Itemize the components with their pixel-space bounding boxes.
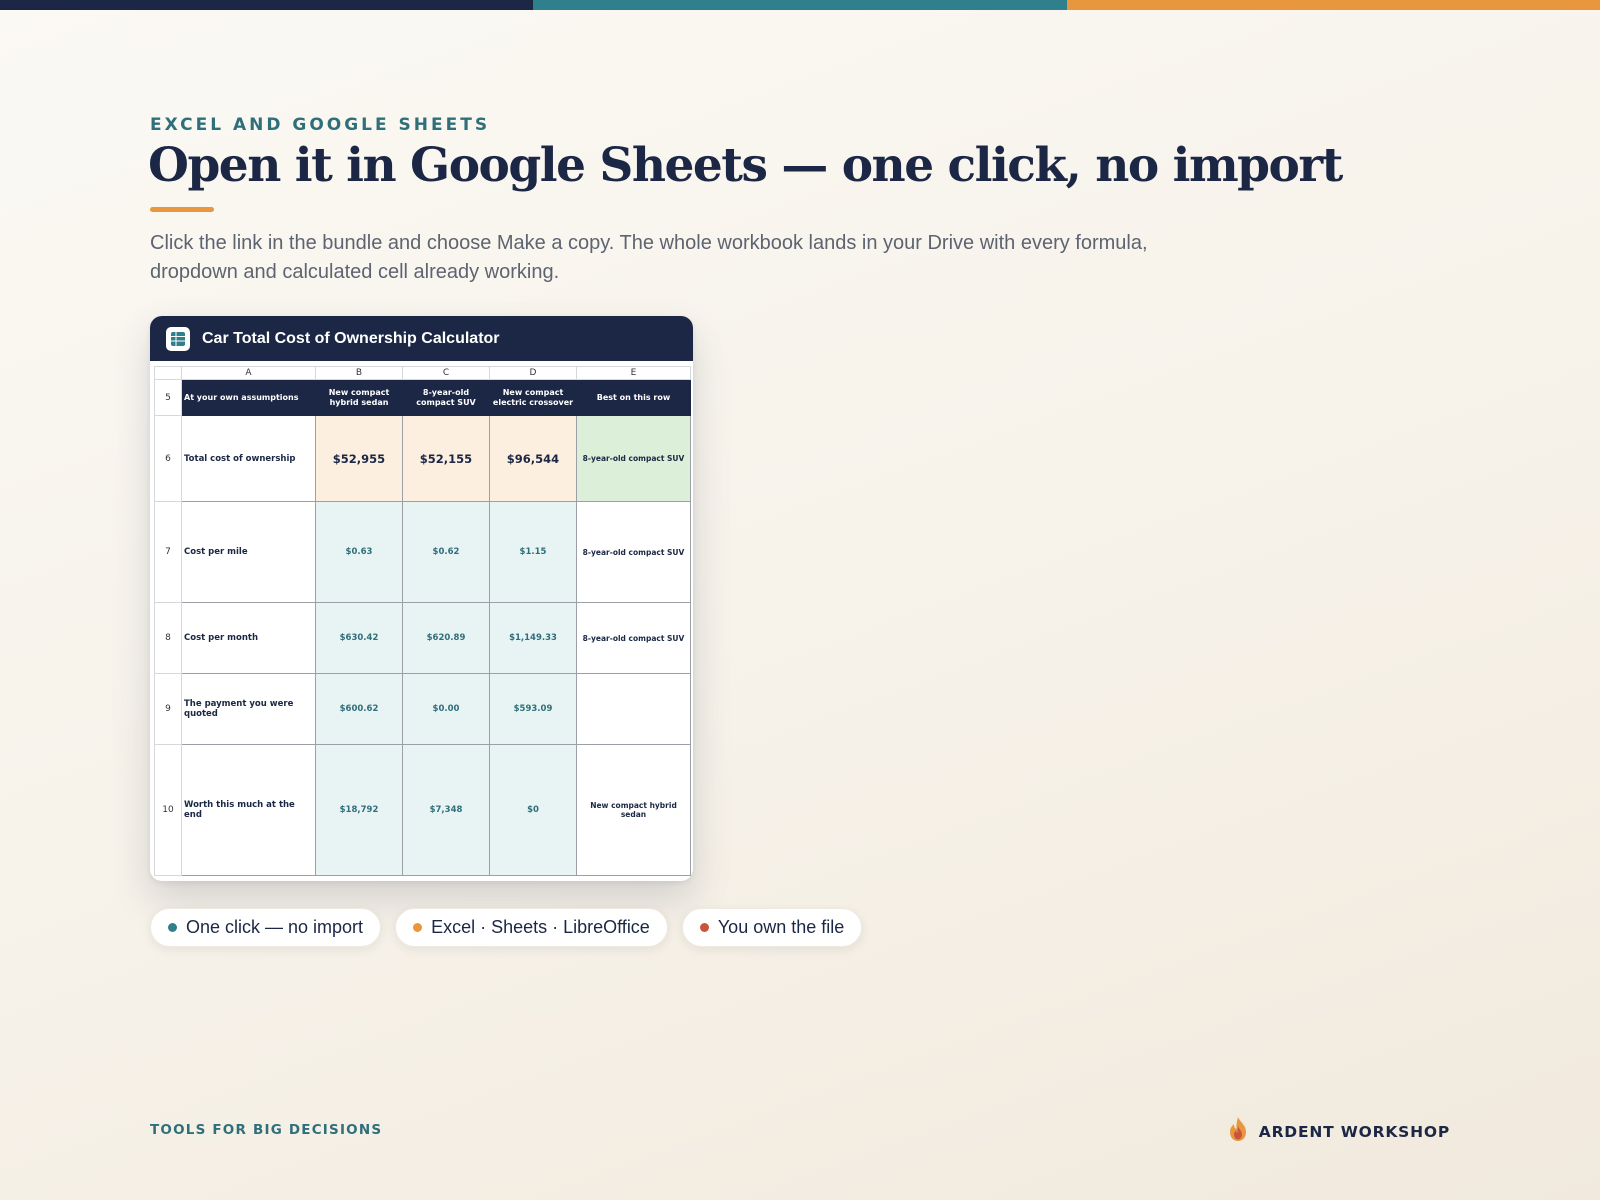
row-number[interactable]: 7 bbox=[154, 501, 182, 603]
header-cell-assumptions[interactable]: At your own assumptions bbox=[181, 379, 316, 416]
row-label[interactable]: Total cost of ownership bbox=[181, 415, 316, 502]
total-cell[interactable]: $52,955 bbox=[315, 415, 403, 502]
header-cell-compact-suv[interactable]: 8-year-old compact SUV bbox=[402, 379, 490, 416]
pill-label: One click — no import bbox=[186, 917, 364, 937]
value-cell[interactable]: $1,149.33 bbox=[489, 602, 577, 674]
column-header[interactable]: B bbox=[315, 366, 403, 380]
row-number[interactable]: 8 bbox=[154, 602, 182, 674]
dot-icon bbox=[413, 923, 423, 932]
best-cell[interactable]: 8-year-old compact SUV bbox=[576, 602, 691, 674]
row-number[interactable]: 10 bbox=[154, 744, 182, 876]
value-cell[interactable]: $0.00 bbox=[402, 673, 490, 745]
row-label[interactable]: The payment you were quoted bbox=[181, 673, 316, 745]
feature-pill: One click — no import bbox=[150, 908, 382, 947]
card-title: Car Total Cost of Ownership Calculator bbox=[202, 329, 500, 347]
column-header[interactable]: A bbox=[181, 366, 316, 380]
dot-icon bbox=[699, 923, 709, 932]
row-label[interactable]: Cost per mile bbox=[181, 501, 316, 603]
value-cell[interactable]: $0 bbox=[489, 744, 577, 876]
spreadsheet-preview-card: Car Total Cost of Ownership Calculator A… bbox=[150, 316, 693, 881]
column-header[interactable]: C bbox=[402, 366, 490, 380]
feature-pills: One click — no import Excel · Sheets · L… bbox=[150, 908, 863, 947]
column-header[interactable]: D bbox=[489, 366, 577, 380]
lede-paragraph: Click the link in the bundle and choose … bbox=[150, 232, 1148, 283]
card-header: Car Total Cost of Ownership Calculator bbox=[150, 316, 693, 361]
header-cell-best[interactable]: Best on this row bbox=[576, 379, 691, 416]
accent-segment-navy bbox=[0, 0, 534, 10]
brand-lockup: ARDENT WORKSHOP bbox=[1227, 1116, 1450, 1147]
title-underline bbox=[150, 207, 214, 212]
value-cell[interactable]: $593.09 bbox=[489, 673, 577, 745]
row-number[interactable]: 5 bbox=[154, 379, 182, 416]
best-cell[interactable]: New compact hybrid sedan bbox=[576, 744, 691, 876]
top-accent-bar bbox=[0, 0, 1600, 10]
value-cell[interactable]: $630.42 bbox=[315, 602, 403, 674]
accent-segment-teal bbox=[533, 0, 1067, 10]
total-cell[interactable]: $52,155 bbox=[402, 415, 490, 502]
feature-pill: Excel · Sheets · LibreOffice bbox=[395, 908, 668, 947]
spreadsheet-grid: A B C D E 5 At your own assumptions New … bbox=[154, 366, 691, 876]
column-header-corner bbox=[154, 366, 182, 380]
table-row: 6 Total cost of ownership $52,955 $52,15… bbox=[154, 415, 691, 502]
table-row: 8 Cost per month $630.42 $620.89 $1,149.… bbox=[154, 602, 691, 674]
dot-icon bbox=[168, 923, 177, 932]
table-row: 9 The payment you were quoted $600.62 $0… bbox=[154, 673, 691, 745]
row-number[interactable]: 6 bbox=[154, 415, 182, 502]
best-cell[interactable]: 8-year-old compact SUV bbox=[576, 415, 691, 502]
accent-segment-orange bbox=[1066, 0, 1600, 10]
value-cell[interactable]: $0.63 bbox=[315, 501, 403, 603]
row-label[interactable]: Worth this much at the end bbox=[181, 744, 316, 876]
total-cell[interactable]: $96,544 bbox=[489, 415, 577, 502]
table-row: 10 Worth this much at the end $18,792 $7… bbox=[154, 744, 691, 876]
value-cell[interactable]: $620.89 bbox=[402, 602, 490, 674]
flame-logo-icon bbox=[1227, 1116, 1249, 1147]
best-cell[interactable] bbox=[576, 673, 691, 745]
eyebrow-label: EXCEL AND GOOGLE SHEETS bbox=[150, 115, 491, 135]
brand-name: ARDENT WORKSHOP bbox=[1258, 1122, 1450, 1141]
value-cell[interactable]: $0.62 bbox=[402, 501, 490, 603]
header-cell-hybrid-sedan[interactable]: New compact hybrid sedan bbox=[315, 379, 403, 416]
value-cell[interactable]: $7,348 bbox=[402, 744, 490, 876]
pill-label: Excel · Sheets · LibreOffice bbox=[431, 917, 650, 937]
row-number[interactable]: 9 bbox=[154, 673, 182, 745]
feature-pill: You own the file bbox=[681, 908, 863, 947]
footer-tagline: TOOLS FOR BIG DECISIONS bbox=[150, 1122, 383, 1138]
header-cell-electric-crossover[interactable]: New compact electric crossover bbox=[489, 379, 577, 416]
value-cell[interactable]: $18,792 bbox=[315, 744, 403, 876]
value-cell[interactable]: $1.15 bbox=[489, 501, 577, 603]
pill-label: You own the file bbox=[717, 917, 845, 937]
row-label[interactable]: Cost per month bbox=[181, 602, 316, 674]
spreadsheet-icon bbox=[166, 326, 190, 351]
column-header[interactable]: E bbox=[576, 366, 691, 380]
table-row: 7 Cost per mile $0.63 $0.62 $1.15 8-year… bbox=[154, 501, 691, 603]
value-cell[interactable]: $600.62 bbox=[315, 673, 403, 745]
best-cell[interactable]: 8-year-old compact SUV bbox=[576, 501, 691, 603]
page-title: Open it in Google Sheets — one click, no… bbox=[148, 138, 1343, 193]
